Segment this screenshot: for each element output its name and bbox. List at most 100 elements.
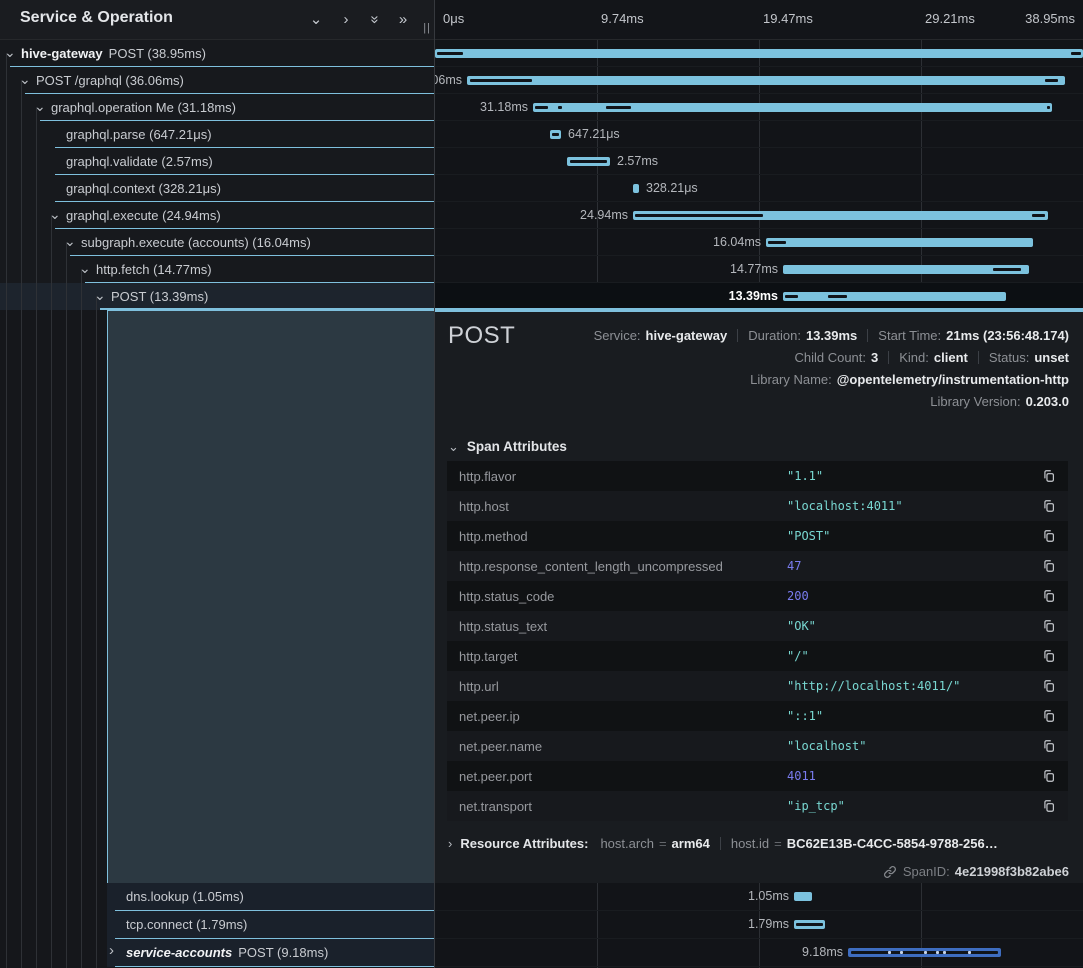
overview-value: hive-gateway [646,328,728,343]
span-bar[interactable] [783,265,1029,274]
column-resize-grip[interactable]: || [423,22,431,34]
copy-button[interactable] [1040,647,1058,665]
span-name-row[interactable]: ⌄subgraph.execute (accounts) (16.04ms) [0,229,435,256]
service-operation-title: Service & Operation [20,9,173,27]
child-span-mark [828,295,847,298]
span-name-label: POST (13.39ms) [111,283,208,310]
copy-button[interactable] [1040,737,1058,755]
attribute-row: http.host"localhost:4011" [447,491,1068,521]
timeline-column: 0μs9.74ms19.47ms29.21ms38.95ms 38.95ms36… [435,0,1083,968]
chevron-down-icon[interactable]: ⌄ [49,202,61,227]
service-name: hive-gateway [21,46,103,61]
overview-value: @opentelemetry/instrumentation-http [837,372,1069,387]
resource-attributes-row[interactable]: › Resource Attributes: host.arch=arm64ho… [448,836,1073,851]
timeline-row[interactable]: 2.57ms [435,148,1083,175]
timeline-row[interactable]: 13.39ms [435,283,1083,310]
chevron-down-icon[interactable]: ⌄ [94,283,106,308]
chevron-down-icon[interactable]: ⌄ [34,94,46,119]
span-name-row[interactable]: ⌄POST (13.39ms) [0,283,435,310]
span-bar[interactable] [550,130,561,139]
span-name-row[interactable]: ⌄graphql.operation Me (31.18ms) [0,94,435,121]
span-name-row[interactable]: graphql.parse (647.21μs) [0,121,435,148]
attribute-row: http.status_code200 [447,581,1068,611]
chevron-down-icon[interactable]: ⌄ [79,256,91,281]
copy-icon [1042,589,1056,603]
expand-all-icon[interactable]: » [392,8,414,30]
expand-one-icon[interactable]: › [335,8,357,30]
copy-button[interactable] [1040,497,1058,515]
ruler-tick: 29.21ms [925,11,975,26]
chevron-down-icon[interactable]: ⌄ [4,40,16,65]
timeline-row[interactable]: 24.94ms [435,202,1083,229]
span-name-row[interactable]: ⌄POST /graphql (36.06ms) [0,67,435,94]
duration-label: 13.39ms [729,283,778,310]
span-bar[interactable] [794,892,812,901]
span-bar[interactable] [533,103,1052,112]
span-name-row[interactable]: dns.lookup (1.05ms) [0,883,435,911]
child-span-mark [1047,106,1050,109]
copy-button[interactable] [1040,677,1058,695]
timeline-row[interactable]: 647.21μs [435,121,1083,148]
span-title: POST [448,322,515,350]
span-bar[interactable] [794,920,825,929]
span-bar[interactable] [435,49,1083,58]
timeline-row[interactable]: 31.18ms [435,94,1083,121]
span-bar[interactable] [567,157,610,166]
span-name-row[interactable]: graphql.validate (2.57ms) [0,148,435,175]
span-name-label: service-accountsPOST (9.18ms) [126,939,328,967]
timeline-row[interactable]: 38.95ms [435,40,1083,67]
span-bar[interactable] [633,211,1048,220]
copy-button[interactable] [1040,617,1058,635]
child-span-dot [924,951,927,954]
span-name-row[interactable]: ⌄http.fetch (14.77ms) [0,256,435,283]
span-name-row[interactable]: graphql.context (328.21μs) [0,175,435,202]
copy-icon [1042,529,1056,543]
span-name-row[interactable]: ⌄graphql.execute (24.94ms) [0,202,435,229]
link-icon[interactable] [883,865,897,879]
copy-button[interactable] [1040,797,1058,815]
timeline-row[interactable]: 328.21μs [435,175,1083,202]
child-span-dot [943,951,946,954]
span-bar[interactable] [766,238,1033,247]
attribute-key: http.host [447,499,787,514]
overview-value: 0.203.0 [1026,394,1069,409]
span-name-label: subgraph.execute (accounts) (16.04ms) [81,229,311,256]
span-bar[interactable] [783,292,1006,301]
operation-name: POST (38.95ms) [109,46,206,61]
chevron-down-icon[interactable]: ⌄ [64,229,76,254]
copy-button[interactable] [1040,767,1058,785]
resource-key: host.arch [600,836,653,851]
collapse-one-icon[interactable]: ⌄ [305,8,327,30]
chevron-right-icon[interactable]: › [109,939,114,963]
span-bar[interactable] [848,948,1001,957]
chevron-down-icon[interactable]: ⌄ [19,67,31,92]
span-attributes-header[interactable]: ⌄Span Attributes [448,439,567,455]
copy-button[interactable] [1040,587,1058,605]
operation-name: graphql.validate (2.57ms) [66,154,213,169]
span-bar[interactable] [467,76,1065,85]
copy-button[interactable] [1040,707,1058,725]
span-name-label: graphql.execute (24.94ms) [66,202,221,229]
attribute-row: http.method"POST" [447,521,1068,551]
copy-button[interactable] [1040,467,1058,485]
timeline-row[interactable]: 1.79ms [435,911,1083,939]
timeline-ruler: 0μs9.74ms19.47ms29.21ms38.95ms [435,0,1083,40]
span-name-label: graphql.operation Me (31.18ms) [51,94,236,121]
attribute-row: net.peer.ip"::1" [447,701,1068,731]
timeline-row[interactable]: 16.04ms [435,229,1083,256]
timeline-row[interactable]: 9.18ms [435,939,1083,967]
timeline-row[interactable]: 14.77ms [435,256,1083,283]
span-name-row[interactable]: ⌄ hive-gateway POST (38.95ms) [0,40,435,67]
span-name-row[interactable]: › service-accountsPOST (9.18ms) [0,939,435,967]
attribute-key: http.status_text [447,619,787,634]
attribute-key: http.url [447,679,787,694]
copy-button[interactable] [1040,527,1058,545]
timeline-row[interactable]: 1.05ms [435,883,1083,911]
copy-button[interactable] [1040,557,1058,575]
timeline-row[interactable]: 36.06ms [435,67,1083,94]
span-name-row[interactable]: tcp.connect (1.79ms) [0,911,435,939]
span-bar[interactable] [633,184,639,193]
collapse-all-icon[interactable]: » [364,8,386,30]
duration-label: 24.94ms [580,202,628,229]
ruler-tick: 38.95ms [1025,11,1075,26]
